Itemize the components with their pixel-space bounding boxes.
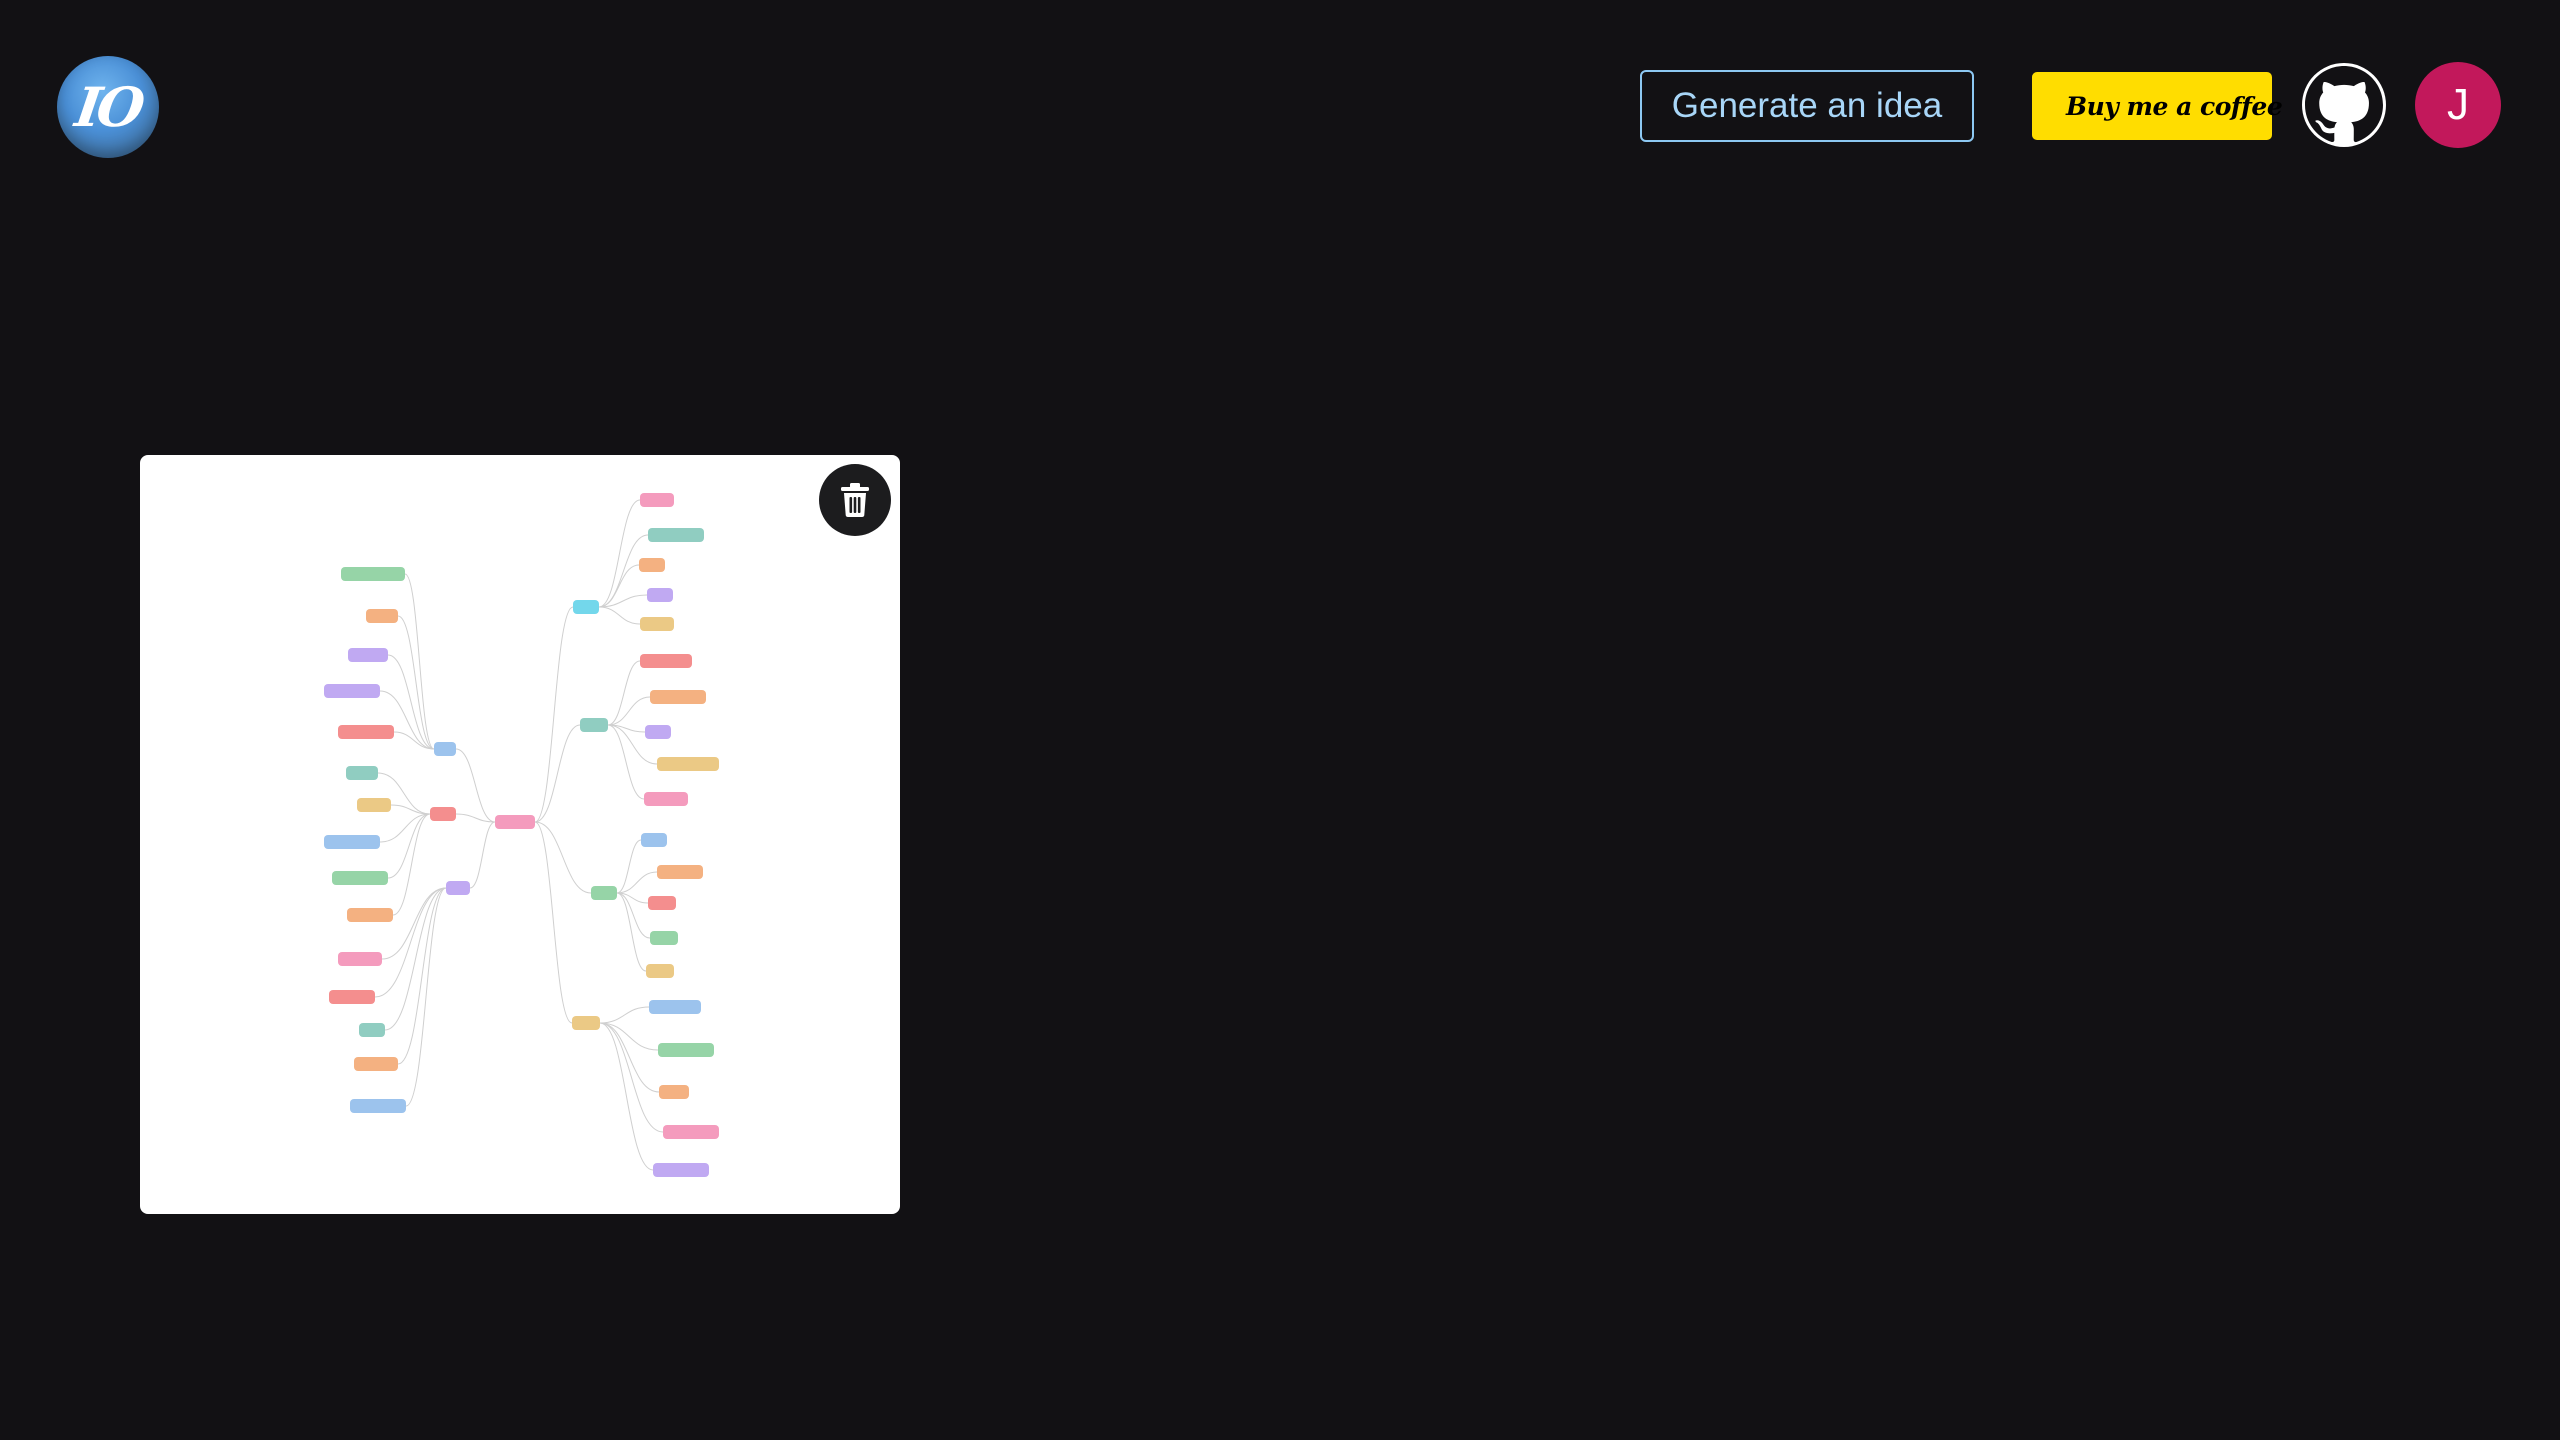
mindmap-card[interactable]	[140, 455, 900, 1214]
mindmap-leaf-node	[341, 567, 405, 581]
mindmap-edge	[599, 1006, 650, 1024]
mindmap-leaf-node	[350, 1099, 406, 1113]
mindmap-edge	[469, 821, 496, 889]
mindmap-edge	[379, 813, 431, 843]
mindmap-branch-node	[580, 718, 608, 732]
app-logo[interactable]: IO	[57, 56, 159, 158]
mindmap-edge	[455, 813, 496, 823]
mindmap-edge	[616, 892, 647, 972]
logo-text: IO	[71, 75, 145, 139]
mindmap-leaf-node	[346, 766, 378, 780]
mindmap-root-node	[495, 815, 535, 829]
mindmap-edge	[599, 1022, 660, 1093]
mindmap-edge	[534, 821, 573, 1024]
mindmap-leaf-node	[359, 1023, 385, 1037]
mindmap-edge	[392, 813, 431, 916]
mindmap-leaf-node	[649, 1000, 701, 1014]
page: IO Generate an idea Buy me a coffee J	[0, 0, 2560, 1440]
mindmap-leaf-node	[324, 835, 380, 849]
generate-idea-button[interactable]: Generate an idea	[1640, 70, 1974, 142]
mindmap-edge	[598, 564, 640, 608]
mindmap-edges	[374, 499, 664, 1171]
github-link[interactable]	[2302, 63, 2386, 147]
mindmap-leaf-node	[640, 617, 674, 631]
mindmap-leaf-node	[650, 931, 678, 945]
mindmap-edge	[404, 573, 435, 750]
mindmap-leaf-node	[338, 952, 382, 966]
mindmap-leaf-node	[639, 558, 665, 572]
mindmap-thumbnail	[324, 493, 719, 1177]
mindmap-edge	[616, 839, 642, 894]
mindmap-leaf-node	[324, 684, 380, 698]
mindmap-leaf-node	[644, 792, 688, 806]
mindmap-edge	[616, 871, 658, 894]
mindmap-edge	[397, 615, 435, 750]
mindmap-branch-node	[434, 742, 456, 756]
mindmap-leaf-node	[641, 833, 667, 847]
user-avatar[interactable]: J	[2415, 62, 2501, 148]
delete-card-button[interactable]	[819, 464, 891, 536]
mindmap-edge	[616, 892, 651, 939]
mindmap-leaf-node	[663, 1125, 719, 1139]
mindmap-leaf-node	[646, 964, 674, 978]
mindmap-edge	[534, 821, 592, 894]
mindmap-edge	[387, 654, 435, 750]
mindmap-leaf-node	[354, 1057, 398, 1071]
mindmap-leaf-node	[329, 990, 375, 1004]
mindmap-branch-node	[430, 807, 456, 821]
mindmap-leaf-node	[357, 798, 391, 812]
mindmap-leaf-node	[650, 690, 706, 704]
mindmap-leaf-node	[659, 1085, 689, 1099]
mindmap-edge	[598, 606, 641, 625]
mindmap-branch-node	[572, 1016, 600, 1030]
mindmap-leaf-node	[332, 871, 388, 885]
mindmap-leaf-node	[348, 648, 388, 662]
buy-me-a-coffee-button[interactable]: Buy me a coffee	[2032, 72, 2283, 140]
coffee-label: Buy me a coffee	[2066, 91, 2283, 121]
github-icon	[2305, 66, 2383, 143]
mindmap-branch-node	[573, 600, 599, 614]
mindmap-edge	[599, 1022, 659, 1051]
mindmap-leaf-node	[657, 865, 703, 879]
mindmap-leaf-node	[338, 725, 394, 739]
mindmap-edge	[379, 690, 435, 750]
mindmap-leaf-node	[645, 725, 671, 739]
mindmap-branch-node	[591, 886, 617, 900]
mindmap-leaf-node	[648, 528, 704, 542]
mindmap-edge	[607, 724, 645, 800]
mindmap-leaf-node	[366, 609, 398, 623]
mindmap-edge	[405, 887, 447, 1107]
mindmap-leaf-node	[640, 493, 674, 507]
mindmap-leaf-node	[648, 896, 676, 910]
mindmap-edge	[390, 804, 431, 815]
mindmap-branch-node	[446, 881, 470, 895]
mindmap-edge	[599, 1022, 654, 1171]
mindmap-nodes	[324, 493, 719, 1177]
mindmap-edge	[534, 724, 581, 823]
mindmap-leaf-node	[640, 654, 692, 668]
mindmap-leaf-node	[658, 1043, 714, 1057]
mindmap-edge	[607, 660, 641, 726]
mindmap-leaf-node	[653, 1163, 709, 1177]
mindmap-leaf-node	[657, 757, 719, 771]
mindmap-leaf-node	[347, 908, 393, 922]
mindmap-edge	[455, 748, 496, 823]
mindmap-leaf-node	[647, 588, 673, 602]
trash-icon	[841, 483, 869, 517]
mindmap-edge	[598, 499, 641, 608]
